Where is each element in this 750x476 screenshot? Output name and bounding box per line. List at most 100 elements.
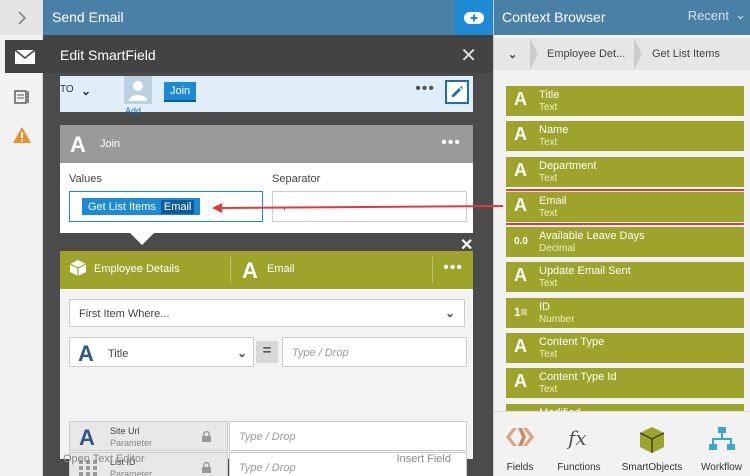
- field-type: Text: [539, 384, 558, 396]
- first-item-select[interactable]: First Item Where... ⌄: [69, 299, 465, 327]
- add-icon: [464, 11, 484, 24]
- lock-icon: [202, 462, 211, 473]
- parameter-value-input[interactable]: Type / Drop: [229, 421, 467, 451]
- breadcrumb-item[interactable]: Employee Det...: [547, 38, 625, 70]
- list-item[interactable]: A Name Text: [506, 121, 744, 152]
- field-name: Email: [539, 194, 567, 207]
- text-icon: A: [70, 132, 86, 157]
- operator-button[interactable]: =: [256, 341, 278, 363]
- to-field: TO ⌄ Add Join •••: [60, 76, 473, 116]
- more-options-icon[interactable]: •••: [415, 80, 435, 98]
- employee-details-panel: Employee Details A Email ••• First Item …: [60, 251, 473, 476]
- edit-smartfield-dialog: Edit SmartField ✕ TO ⌄ Add Join ••• A Jo…: [5, 35, 493, 476]
- lock-icon: [202, 431, 211, 442]
- function-icon: fx: [566, 426, 587, 450]
- recent-dropdown[interactable]: Recent: [688, 8, 729, 23]
- more-options-icon[interactable]: •••: [443, 259, 463, 277]
- join-panel-header: A Join •••: [60, 125, 473, 163]
- warning-icon: [12, 127, 31, 143]
- field-name: Update Email Sent: [539, 265, 631, 278]
- parameter-kind: Parameter: [110, 438, 153, 448]
- list-item[interactable]: A Title Text: [506, 86, 744, 116]
- join-token[interactable]: Join: [164, 82, 197, 102]
- condition-field-select[interactable]: A Title ⌄: [69, 337, 254, 367]
- chevron-down-icon[interactable]: ⌄: [81, 84, 91, 98]
- pencil-icon: [452, 86, 463, 97]
- values-drop-field[interactable]: Get List Items Email: [69, 191, 263, 222]
- breadcrumb-toggle[interactable]: ⌄: [508, 38, 517, 70]
- text-icon: A: [514, 89, 527, 109]
- expand-rail-button[interactable]: [0, 0, 43, 35]
- to-label: TO: [60, 84, 74, 95]
- fields-icon: [506, 428, 534, 446]
- join-function-panel: A Join ••• Values Separator Get List Ite…: [60, 125, 473, 245]
- breadcrumb-separator: [634, 38, 642, 70]
- join-function-name: Join: [100, 138, 121, 150]
- top-bar: Send Email: [43, 0, 493, 35]
- source-name: Employee Details: [94, 263, 180, 275]
- open-text-editor-link[interactable]: Open Text Editor: [63, 453, 145, 465]
- condition-row: A Title ⌄ = Type / Drop: [69, 337, 467, 367]
- tab-functions[interactable]: fx Functions: [549, 412, 609, 476]
- parameter-kind: Parameter: [110, 469, 153, 476]
- condition-value-placeholder: Type / Drop: [292, 347, 349, 359]
- parameter-placeholder: Type / Drop: [239, 462, 296, 474]
- field-type: Number: [539, 313, 575, 325]
- text-icon: A: [514, 159, 527, 180]
- tab-label: Functions: [557, 462, 601, 473]
- tab-workflow[interactable]: Workflow: [694, 412, 749, 476]
- field-type: Text: [539, 278, 558, 290]
- field-type: Text: [539, 349, 558, 361]
- tab-label: Workflow: [701, 462, 742, 473]
- text-icon: A: [514, 371, 527, 392]
- chevron-right-icon: [17, 10, 26, 25]
- separator-label: Separator: [272, 173, 321, 185]
- avatar[interactable]: [124, 76, 152, 104]
- page-title: Send Email: [52, 9, 124, 25]
- context-browser-tabs: Fields fx Functions SmartObjects Workflo…: [494, 411, 750, 476]
- breadcrumb-item[interactable]: Get List Items: [652, 38, 720, 70]
- values-label: Values: [69, 173, 102, 185]
- list-item[interactable]: A Email Text: [506, 188, 744, 225]
- context-browser-title: Context Browser: [502, 9, 606, 25]
- number-icon: 1≡: [514, 304, 528, 319]
- close-dialog-button[interactable]: ✕: [460, 43, 477, 68]
- context-browser: Context Browser Recent ⌄ ⌄ Employee Det.…: [493, 0, 750, 476]
- field-list: A Title Text A Name Text A Department Text A Email…: [506, 86, 744, 411]
- email-tab[interactable]: [5, 40, 45, 73]
- insert-field-link[interactable]: Insert Field: [397, 453, 451, 465]
- list-item[interactable]: A Content Type Id Text: [506, 368, 744, 399]
- condition-field-value: Title: [108, 348, 129, 360]
- divider: [432, 257, 433, 283]
- list-item[interactable]: A Update Email Sent Text: [506, 262, 744, 293]
- token-field: Email: [160, 199, 195, 214]
- workflow-icon: [708, 427, 735, 450]
- tab-smartobjects[interactable]: SmartObjects: [616, 412, 688, 476]
- more-options-icon[interactable]: •••: [441, 134, 461, 152]
- text-icon: A: [242, 258, 258, 283]
- add-button[interactable]: [455, 0, 493, 35]
- list-item[interactable]: ▦Modified: [506, 403, 744, 411]
- field-type: Text: [539, 172, 558, 184]
- values-token[interactable]: Get List Items Email: [82, 198, 201, 215]
- list-item[interactable]: 1≡ ID Number: [506, 297, 744, 328]
- condition-value-input[interactable]: Type / Drop: [282, 337, 467, 367]
- list-item[interactable]: 0.0 Available Leave Days Decimal: [506, 227, 744, 258]
- chevron-down-icon[interactable]: ⌄: [735, 7, 746, 23]
- user-icon: [129, 81, 147, 101]
- tab-label: Fields: [506, 462, 534, 473]
- chevron-down-icon: ⌄: [444, 306, 455, 320]
- add-recipient-link[interactable]: Add: [125, 106, 141, 116]
- edit-button[interactable]: [445, 80, 469, 104]
- separator-input[interactable]: ,: [272, 191, 467, 222]
- list-item[interactable]: A Department Text: [506, 156, 744, 187]
- text-icon: A: [514, 194, 527, 215]
- rail-properties-button[interactable]: [0, 80, 43, 114]
- field-name: Content Type Id: [539, 371, 617, 384]
- parameter-placeholder: Type / Drop: [239, 431, 296, 443]
- mail-icon: [14, 48, 36, 64]
- list-item[interactable]: A Content Type Text: [506, 333, 744, 364]
- rail-warning-button[interactable]: [0, 118, 43, 152]
- tab-fields[interactable]: Fields: [494, 412, 546, 476]
- text-icon: A: [514, 336, 527, 357]
